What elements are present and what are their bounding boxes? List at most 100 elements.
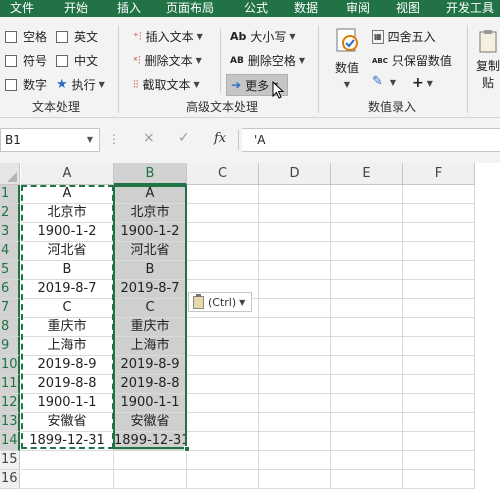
cell-e14[interactable] (331, 432, 403, 451)
checkbox-icon[interactable] (56, 30, 68, 43)
numeric-button[interactable]: 数值 ▼ (334, 27, 360, 89)
cell-e1[interactable] (331, 185, 403, 204)
column-header-b[interactable]: B (114, 163, 187, 185)
cell-e7[interactable] (331, 299, 403, 318)
cell-a13[interactable]: 安徽省 (21, 413, 114, 432)
cell-f9[interactable] (403, 337, 475, 356)
row-header-8[interactable]: 8 (0, 318, 20, 337)
cell-d8[interactable] (259, 318, 331, 337)
cell-d5[interactable] (259, 261, 331, 280)
cell-d10[interactable] (259, 356, 331, 375)
cell-b7[interactable]: C (114, 299, 187, 318)
column-header-e[interactable]: E (331, 163, 403, 185)
cell-e2[interactable] (331, 204, 403, 223)
cell-a12[interactable]: 1900-1-1 (21, 394, 114, 413)
copy-paste-button[interactable]: 复制 贴 (476, 29, 500, 91)
cell-d11[interactable] (259, 375, 331, 394)
cell-f6[interactable] (403, 280, 475, 299)
cell-e15[interactable] (331, 451, 403, 470)
checkbox-icon[interactable] (5, 54, 17, 67)
cell-a8[interactable]: 重庆市 (21, 318, 114, 337)
cell-d2[interactable] (259, 204, 331, 223)
cell-b11[interactable]: 2019-8-8 (114, 375, 187, 394)
cell-d7[interactable] (259, 299, 331, 318)
cell-f1[interactable] (403, 185, 475, 204)
delete-space-button[interactable]: AB 删除空格 ▼ (230, 52, 305, 69)
cell-a9[interactable]: 上海市 (21, 337, 114, 356)
tab-insert[interactable]: 插入 (117, 0, 141, 17)
extract-text-button[interactable]: ⫶⫶ 截取文本 ▼ (133, 76, 200, 93)
cell-d15[interactable] (259, 451, 331, 470)
cell-d12[interactable] (259, 394, 331, 413)
cell-f10[interactable] (403, 356, 475, 375)
name-box[interactable]: B1 ▼ (0, 128, 100, 152)
row-header-3[interactable]: 3 (0, 223, 20, 242)
tab-review[interactable]: 审阅 (346, 0, 370, 17)
checkbox-icon[interactable] (5, 78, 17, 91)
checkbox-icon[interactable] (56, 54, 68, 67)
checkbox-chinese[interactable]: 中文 (56, 52, 98, 69)
cell-a4[interactable]: 河北省 (21, 242, 114, 261)
case-button[interactable]: Ab 大小写 ▼ (230, 28, 296, 45)
cell-b3[interactable]: 1900-1-2 (114, 223, 187, 242)
row-header-13[interactable]: 13 (0, 413, 20, 432)
cell-d16[interactable] (259, 470, 331, 489)
cell-f3[interactable] (403, 223, 475, 242)
cell-c2[interactable] (187, 204, 259, 223)
cell-c4[interactable] (187, 242, 259, 261)
cell-d3[interactable] (259, 223, 331, 242)
cell-b1[interactable]: A (114, 185, 187, 204)
delete-text-button[interactable]: ˣ⫶ 删除文本 ▼ (133, 52, 202, 69)
cell-c15[interactable] (187, 451, 259, 470)
cell-d6[interactable] (259, 280, 331, 299)
column-header-a[interactable]: A (21, 163, 114, 185)
chevron-down-icon[interactable]: ▼ (87, 129, 93, 151)
cell-c16[interactable] (187, 470, 259, 489)
cell-a2[interactable]: 北京市 (21, 204, 114, 223)
cell-e13[interactable] (331, 413, 403, 432)
cell-f7[interactable] (403, 299, 475, 318)
cancel-icon[interactable]: × (143, 130, 155, 146)
cell-c9[interactable] (187, 337, 259, 356)
row-header-2[interactable]: 2 (0, 204, 20, 223)
cell-e12[interactable] (331, 394, 403, 413)
cell-b6[interactable]: 2019-8-7 (114, 280, 187, 299)
cell-c12[interactable] (187, 394, 259, 413)
tab-data[interactable]: 数据 (294, 0, 318, 17)
column-header-c[interactable]: C (187, 163, 259, 185)
cell-b5[interactable]: B (114, 261, 187, 280)
cell-a3[interactable]: 1900-1-2 (21, 223, 114, 242)
enter-icon[interactable]: ✓ (178, 130, 190, 146)
cell-c13[interactable] (187, 413, 259, 432)
cell-f2[interactable] (403, 204, 475, 223)
cell-b2[interactable]: 北京市 (114, 204, 187, 223)
cell-e16[interactable] (331, 470, 403, 489)
cell-b15[interactable] (114, 451, 187, 470)
cell-e11[interactable] (331, 375, 403, 394)
cell-a5[interactable]: B (21, 261, 114, 280)
cell-f11[interactable] (403, 375, 475, 394)
tab-home[interactable]: 开始 (64, 0, 88, 17)
cell-a16[interactable] (21, 470, 114, 489)
cell-d1[interactable] (259, 185, 331, 204)
cell-c8[interactable] (187, 318, 259, 337)
row-header-4[interactable]: 4 (0, 242, 20, 261)
insert-function-icon[interactable]: fx (214, 131, 226, 146)
cell-b14[interactable]: 1899-12-31 (114, 432, 187, 451)
cell-a15[interactable] (21, 451, 114, 470)
row-header-7[interactable]: 7 (0, 299, 20, 318)
cell-b12[interactable]: 1900-1-1 (114, 394, 187, 413)
cell-a11[interactable]: 2019-8-8 (21, 375, 114, 394)
cell-f14[interactable] (403, 432, 475, 451)
cell-e5[interactable] (331, 261, 403, 280)
cell-a6[interactable]: 2019-8-7 (21, 280, 114, 299)
formula-bar-grip-icon[interactable]: ⋮ (108, 132, 120, 146)
cell-e3[interactable] (331, 223, 403, 242)
paste-options-button[interactable]: (Ctrl) ▼ (188, 292, 252, 312)
tab-file[interactable]: 文件 (10, 0, 34, 17)
cell-e4[interactable] (331, 242, 403, 261)
row-header-12[interactable]: 12 (0, 394, 20, 413)
tab-developer[interactable]: 开发工具 (446, 0, 494, 17)
cell-f12[interactable] (403, 394, 475, 413)
cell-c5[interactable] (187, 261, 259, 280)
